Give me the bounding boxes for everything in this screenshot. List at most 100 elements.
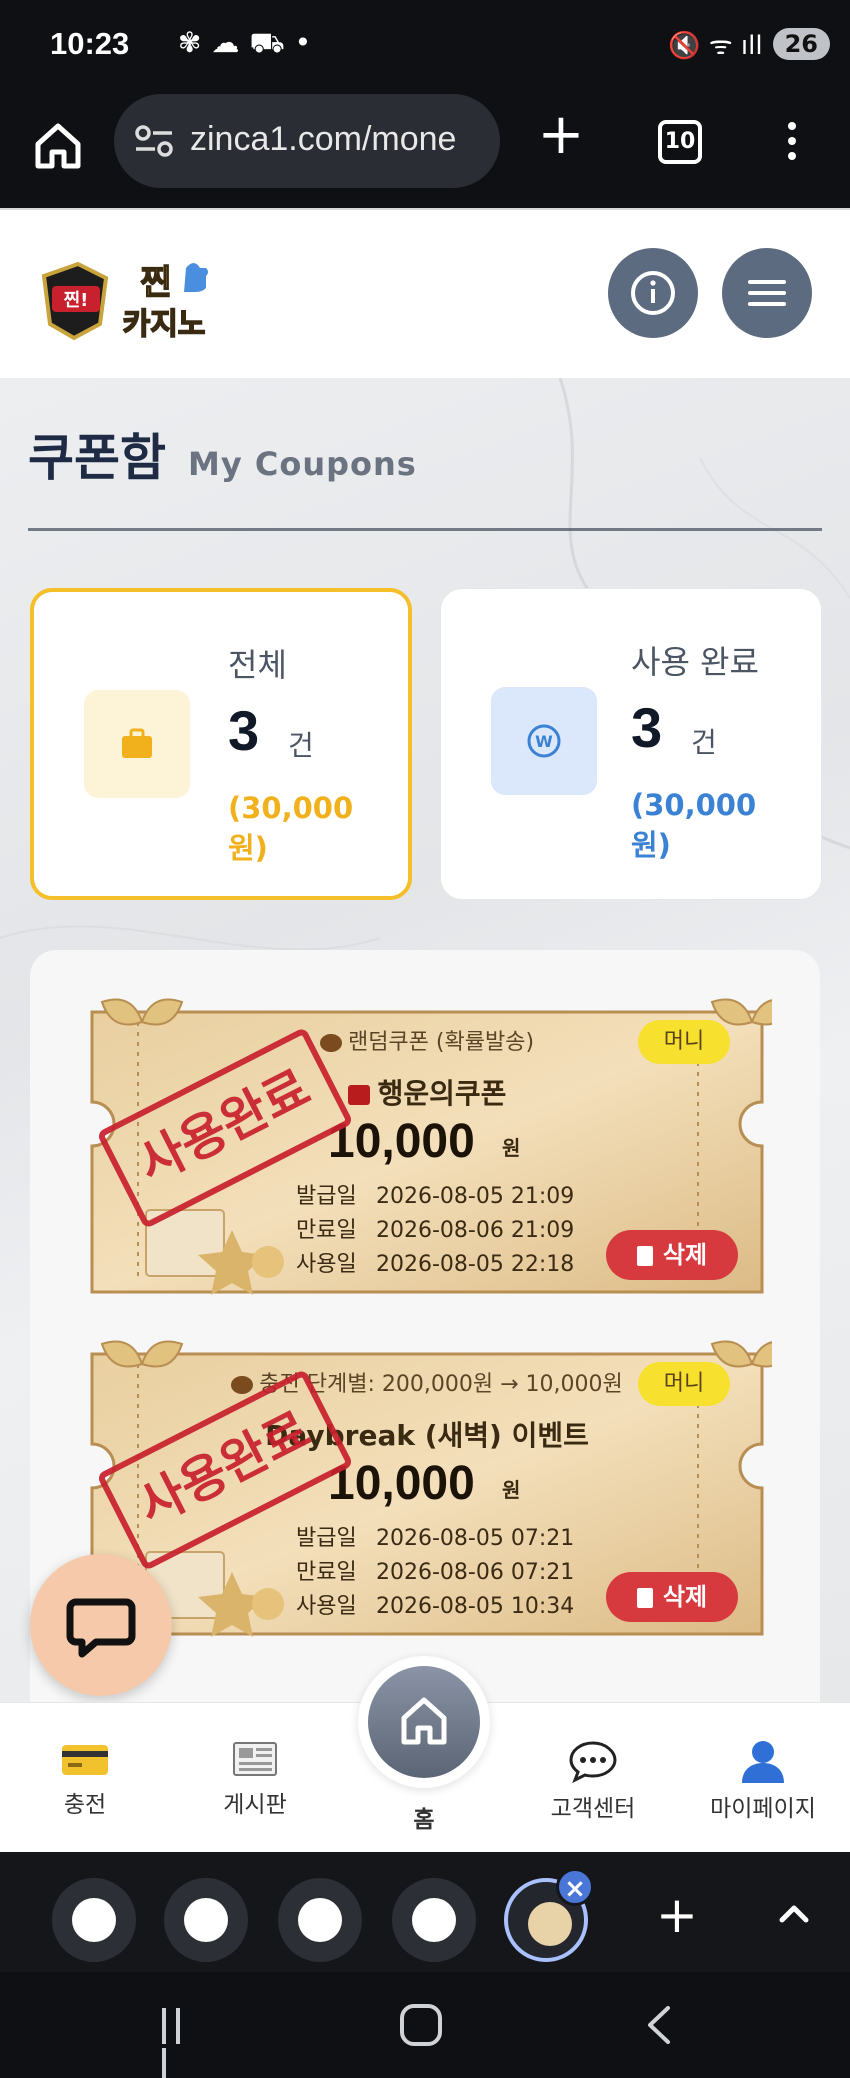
tab-favicon-image bbox=[298, 1898, 342, 1942]
browser-home-icon[interactable] bbox=[30, 118, 86, 174]
expires-date: 2026-08-06 07:21 bbox=[376, 1560, 575, 1585]
expires-date: 2026-08-06 21:09 bbox=[376, 1218, 575, 1243]
stat-total-amount: (30,000 원) bbox=[228, 791, 354, 865]
status-right: 🔇 ᯤ ıll 26 bbox=[668, 26, 830, 62]
coupon-card: 랜덤쿠폰 (확률발송) 머니 행운의쿠폰 10,000 원 발급일 2026-08… bbox=[82, 992, 772, 1312]
credit-card-icon bbox=[62, 1745, 108, 1775]
tab-favicon-image bbox=[528, 1902, 572, 1946]
coupon-card: 충전 단계별: 200,000원 → 10,000원 머니 Daybreak (… bbox=[82, 1334, 772, 1654]
nav-board[interactable]: 게시판 bbox=[180, 1739, 330, 1819]
coupon-dates: 발급일 2026-08-05 07:21 만료일 2026-08-06 07:21 … bbox=[296, 1522, 574, 1624]
live-chat-button[interactable] bbox=[30, 1554, 172, 1696]
issued-date: 2026-08-05 21:09 bbox=[376, 1184, 575, 1209]
delete-button[interactable]: 삭제 bbox=[606, 1230, 738, 1280]
user-icon bbox=[742, 1741, 784, 1783]
info-button[interactable] bbox=[608, 248, 698, 338]
battery-indicator: 26 bbox=[772, 28, 830, 60]
nav-charge-label: 충전 bbox=[63, 1792, 107, 1818]
coupon-dates: 발급일 2026-08-05 21:09 만료일 2026-08-06 21:09 … bbox=[296, 1180, 574, 1282]
expires-label: 만료일 bbox=[296, 1560, 357, 1585]
stat-card-used[interactable]: W 사용 완료 3 건 (30,000 원) bbox=[440, 588, 822, 900]
site-header: 찐! 찐 카지노 bbox=[0, 208, 850, 378]
stat-used-unit: 건 bbox=[691, 726, 717, 759]
stat-total-count: 3 bbox=[228, 699, 260, 762]
browser-tab-strip: × + bbox=[0, 1852, 850, 1972]
svg-text:찐: 찐 bbox=[140, 263, 171, 303]
tab-favicon[interactable] bbox=[278, 1878, 362, 1962]
status-bar: 10:23 ✾☁⛟• 🔇 ᯤ ıll 26 bbox=[0, 0, 850, 90]
used-label: 사용일 bbox=[296, 1594, 357, 1619]
delete-button[interactable]: 삭제 bbox=[606, 1572, 738, 1622]
gift-icon bbox=[347, 1085, 370, 1105]
chevron-up-icon[interactable] bbox=[774, 1894, 814, 1934]
close-tab-icon[interactable]: × bbox=[556, 1868, 594, 1906]
coupon-currency: 원 bbox=[502, 1478, 521, 1502]
won-coin-icon: W bbox=[491, 687, 597, 795]
delete-label: 삭제 bbox=[662, 1241, 708, 1269]
briefcase-icon bbox=[84, 690, 190, 798]
site-settings-icon[interactable] bbox=[134, 124, 174, 158]
stat-total-unit: 건 bbox=[288, 729, 314, 762]
coupon-type-text: 랜덤쿠폰 (확률발송) bbox=[347, 1030, 535, 1055]
stat-used-count: 3 bbox=[631, 696, 663, 759]
tab-switcher-button[interactable]: 10 bbox=[658, 120, 702, 164]
info-icon bbox=[631, 271, 675, 315]
recent-apps-icon[interactable] bbox=[162, 2008, 202, 2078]
nav-home-label: 홈 bbox=[413, 1807, 435, 1833]
used-date: 2026-08-05 22:18 bbox=[376, 1252, 575, 1277]
delete-label: 삭제 bbox=[662, 1583, 708, 1611]
chat-bubble-icon bbox=[319, 1034, 342, 1052]
new-tab-icon[interactable]: + bbox=[536, 107, 586, 163]
nav-support-label: 고객센터 bbox=[550, 1796, 636, 1822]
issued-label: 발급일 bbox=[296, 1526, 357, 1551]
nav-support[interactable]: 고객센터 bbox=[518, 1739, 668, 1823]
more-options-icon[interactable] bbox=[780, 118, 804, 168]
chat-icon bbox=[66, 1598, 136, 1658]
tab-favicon-image bbox=[184, 1898, 228, 1942]
trash-icon bbox=[636, 1588, 653, 1608]
svg-text:카지노: 카지노 bbox=[123, 307, 206, 342]
system-navigation bbox=[0, 1972, 850, 2078]
page-subtitle: My Coupons bbox=[188, 445, 417, 483]
menu-button[interactable] bbox=[722, 248, 812, 338]
address-bar[interactable]: zinca1.com/mone bbox=[114, 94, 500, 188]
tab-favicon[interactable] bbox=[52, 1878, 136, 1962]
status-time: 10:23 bbox=[50, 26, 130, 61]
tab-favicon[interactable] bbox=[164, 1878, 248, 1962]
notification-icons: ✾☁⛟• bbox=[178, 26, 322, 59]
heading-divider bbox=[28, 528, 822, 531]
svg-text:W: W bbox=[535, 732, 553, 751]
coupon-currency: 원 bbox=[502, 1136, 521, 1160]
page-title: 쿠폰함 bbox=[28, 429, 166, 487]
svg-text:찐!: 찐! bbox=[64, 290, 89, 311]
stat-card-total[interactable]: 전체 3 건 (30,000 원) bbox=[30, 588, 412, 900]
nav-home-button[interactable] bbox=[358, 1656, 490, 1788]
site-logo[interactable]: 찐! 찐 카지노 bbox=[36, 246, 236, 346]
add-tab-icon[interactable]: + bbox=[656, 1890, 698, 1940]
used-label: 사용일 bbox=[296, 1252, 357, 1277]
stat-used-label: 사용 완료 bbox=[631, 643, 759, 681]
back-icon[interactable] bbox=[640, 2004, 680, 2046]
tab-favicon-image bbox=[72, 1898, 116, 1942]
coupon-name-text: 행운의쿠폰 bbox=[377, 1077, 507, 1110]
hamburger-icon bbox=[748, 280, 786, 306]
home-icon bbox=[401, 1697, 447, 1745]
used-date: 2026-08-05 10:34 bbox=[376, 1594, 575, 1619]
speech-bubble-icon bbox=[569, 1741, 617, 1783]
coupon-badge: 머니 bbox=[638, 1362, 730, 1406]
stat-used-amount: (30,000 원) bbox=[631, 788, 757, 862]
tab-favicon-image bbox=[412, 1898, 456, 1942]
nav-charge[interactable]: 충전 bbox=[10, 1739, 160, 1819]
issued-label: 발급일 bbox=[296, 1184, 357, 1209]
tab-favicon[interactable] bbox=[392, 1878, 476, 1962]
nav-mypage[interactable]: 마이페이지 bbox=[688, 1739, 838, 1823]
issued-date: 2026-08-05 07:21 bbox=[376, 1526, 575, 1551]
stat-total-label: 전체 bbox=[228, 646, 287, 684]
trash-icon bbox=[636, 1246, 653, 1266]
expires-label: 만료일 bbox=[296, 1218, 357, 1243]
system-home-icon[interactable] bbox=[400, 2004, 442, 2046]
page-heading: 쿠폰함 My Coupons bbox=[28, 418, 417, 490]
signal-icons: 🔇 ᯤ ıll bbox=[668, 31, 763, 61]
nav-mypage-label: 마이페이지 bbox=[710, 1796, 816, 1822]
newspaper-icon bbox=[233, 1742, 277, 1776]
